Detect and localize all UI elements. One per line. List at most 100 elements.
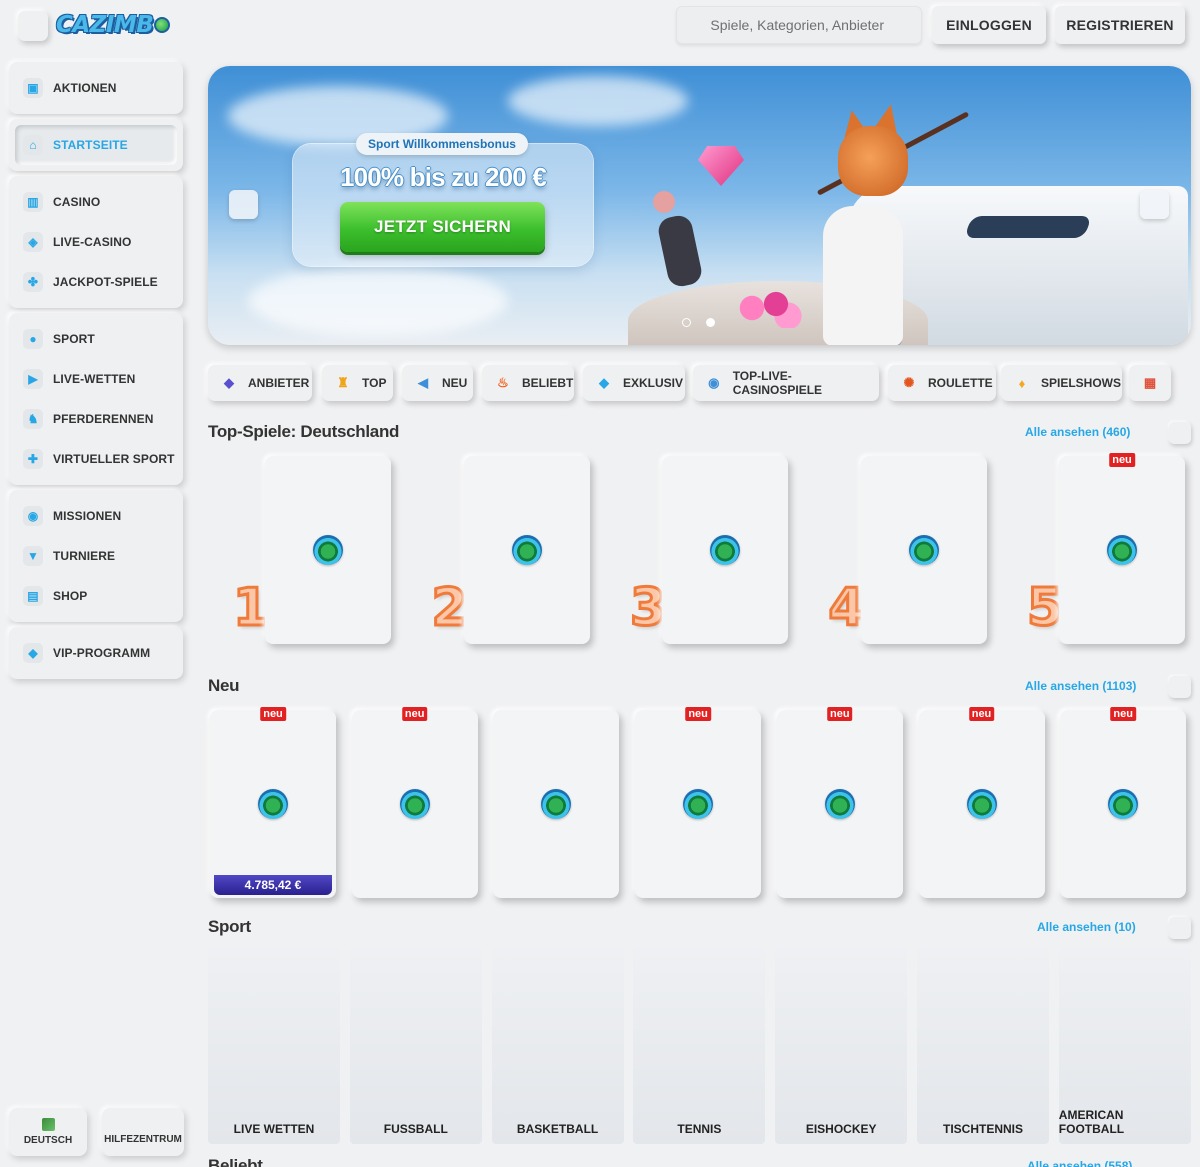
sport-card[interactable]: AMERICAN FOOTBALL (1058, 948, 1191, 1144)
sidebar-item-missionen[interactable]: ◉ MISSIONEN (9, 496, 183, 536)
home-icon: ⌂ (23, 135, 43, 155)
category-top-live-casinospiele[interactable]: ◉ TOP-LIVE-CASINOSPIELE (693, 365, 879, 401)
rank-number: 5 (1025, 577, 1064, 640)
new-badge: neu (685, 707, 711, 721)
sport-label: EISHOCKEY (805, 1122, 877, 1136)
scroll-sport-button[interactable] (1169, 917, 1191, 939)
game-card[interactable] (493, 710, 620, 898)
section-title-new: Neu (208, 676, 240, 695)
game-card[interactable] (662, 456, 788, 644)
new-badge: neu (827, 707, 853, 721)
sidebar-group: ▥ CASINO ◈ LIVE-CASINO ✤ JACKPOT-SPIELE (9, 176, 183, 308)
new-badge: neu (968, 707, 995, 721)
trophy-icon: ▼ (23, 546, 43, 566)
rank-number: 3 (628, 577, 667, 640)
sidebar-item-pferderennen[interactable]: ♞ PFERDERENNEN (9, 399, 183, 439)
sidebar-item-jackpot-spiele[interactable]: ✤ JACKPOT-SPIELE (9, 262, 183, 302)
game-card[interactable]: neu (1059, 453, 1185, 644)
banner-prev-button[interactable] (229, 190, 258, 219)
diamond-icon: ◆ (23, 643, 43, 663)
register-button[interactable]: REGISTRIEREN (1055, 6, 1185, 44)
category-anbieter[interactable]: ◆ ANBIETER (208, 365, 312, 401)
game-card[interactable]: neu (635, 707, 762, 898)
sidebar-group: ◉ MISSIONEN ▼ TURNIERE ▤ SHOP (9, 490, 183, 622)
promo-tag: Sport Willkommensbonus (356, 133, 528, 155)
sidebar-item-shop[interactable]: ▤ SHOP (9, 576, 183, 616)
sidebar-item-virtueller-sport[interactable]: ✚ VIRTUELLER SPORT (9, 439, 183, 479)
sport-label: BASKETBALL (516, 1122, 599, 1136)
logo[interactable]: CAZIMB (56, 12, 171, 38)
medal-icon: ◉ (23, 506, 43, 526)
game-card[interactable]: neu (1060, 707, 1187, 898)
sidebar-group: ● SPORT ▶ LIVE-WETTEN ♞ PFERDERENNEN ✚ VIRTUELL… (9, 313, 183, 485)
sport-card[interactable]: LIVE WETTEN (208, 948, 340, 1144)
sidebar-item-live-casino[interactable]: ◈ LIVE-CASINO (9, 222, 183, 262)
sidebar-item-vip-programm[interactable]: ◆ VIP-PROGRAMM (9, 633, 183, 673)
sidebar-item-sport[interactable]: ● SPORT (9, 319, 183, 359)
sidebar-item-turniere[interactable]: ▼ TURNIERE (9, 536, 183, 576)
mouse-illustration (656, 213, 704, 289)
globe-icon (41, 1118, 55, 1131)
see-all-sport-link[interactable]: Alle ansehen (10) (1037, 920, 1136, 934)
sidebar-item-label: VIRTUELLER SPORT (53, 452, 175, 466)
game-logo-icon (908, 535, 939, 565)
category-spielshows[interactable]: ♦ SPIELSHOWS (1001, 365, 1122, 401)
yacht-window (963, 216, 1093, 238)
sport-card[interactable]: BASKETBALL (491, 948, 624, 1144)
game-card[interactable] (860, 456, 987, 644)
sidebar-item-label: STARTSEITE (53, 138, 128, 152)
category-more[interactable]: ▦ (1129, 365, 1171, 401)
sidebar-item-aktionen[interactable]: ▣ AKTIONEN (9, 68, 183, 108)
game-card[interactable]: neu (351, 707, 478, 898)
category-beliebt[interactable]: ♨ BELIEBT (482, 365, 574, 401)
sport-card[interactable]: FUSSBALL (349, 948, 482, 1144)
scroll-top-games-button[interactable] (1169, 422, 1191, 444)
slide-dot-2[interactable] (706, 318, 715, 327)
game-card[interactable] (463, 456, 590, 644)
mic-icon: ♦ (1018, 375, 1026, 391)
cat-head (838, 126, 908, 196)
sport-card[interactable]: TISCHTENNIS (917, 948, 1049, 1144)
promo-banner[interactable]: Sport Willkommensbonus 100% bis zu 200 €… (208, 66, 1191, 345)
top-header: CAZIMB EINLOGGEN REGISTRIEREN (0, 0, 1200, 52)
see-all-popular-link[interactable]: Alle ansehen (558) (1027, 1159, 1132, 1167)
language-button[interactable]: DEUTSCH (9, 1108, 87, 1156)
sidebar-item-startseite[interactable]: ⌂ STARTSEITE (15, 125, 177, 165)
see-all-new-link[interactable]: Alle ansehen (1103) (1025, 679, 1136, 693)
category-exklusiv[interactable]: ◆ EXKLUSIV (583, 365, 685, 401)
category-neu[interactable]: ◀ NEU (402, 365, 473, 401)
category-label: ROULETTE (928, 376, 993, 390)
section-title-top-games: Top-Spiele: Deutschland (208, 422, 400, 441)
help-center-button[interactable]: HILFEZENTRUM (102, 1108, 184, 1156)
new-badge: neu (260, 707, 286, 721)
game-logo-icon (313, 535, 343, 565)
sidebar-item-casino[interactable]: ▥ CASINO (9, 182, 183, 222)
sidebar-item-label: PFERDERENNEN (53, 412, 154, 426)
section-title-popular: Beliebt (208, 1156, 263, 1167)
category-roulette[interactable]: ✺ ROULETTE (888, 365, 996, 401)
menu-toggle-button[interactable] (18, 11, 48, 41)
diamond-illustration (698, 146, 744, 186)
play-icon: ▶ (23, 369, 43, 389)
sport-card[interactable]: EISHOCKEY (775, 948, 908, 1144)
game-card[interactable]: neu (776, 707, 903, 898)
sidebar-group: ▣ AKTIONEN (9, 62, 183, 114)
section-title-sport: Sport (208, 917, 251, 936)
search-input[interactable] (676, 6, 922, 44)
game-card[interactable] (265, 456, 391, 644)
login-button[interactable]: EINLOGGEN (932, 6, 1046, 44)
sport-card[interactable]: TENNIS (633, 948, 766, 1144)
slide-dot-1[interactable] (682, 318, 691, 327)
banner-next-button[interactable] (1140, 190, 1169, 219)
mouse-ear (653, 191, 675, 213)
flame-icon: ♨ (497, 375, 509, 390)
game-card[interactable]: neu (918, 707, 1045, 898)
category-top[interactable]: ♜ TOP (322, 365, 393, 401)
sidebar-item-live-wetten[interactable]: ▶ LIVE-WETTEN (9, 359, 183, 399)
game-card[interactable]: neu 4.785,42 € (210, 707, 336, 898)
cards-icon: ▦ (1143, 375, 1157, 390)
cloud (508, 76, 688, 126)
scroll-new-button[interactable] (1169, 676, 1191, 698)
see-all-top-games-link[interactable]: Alle ansehen (460) (1025, 425, 1130, 439)
claim-bonus-button[interactable]: JETZT SICHERN (340, 202, 545, 252)
